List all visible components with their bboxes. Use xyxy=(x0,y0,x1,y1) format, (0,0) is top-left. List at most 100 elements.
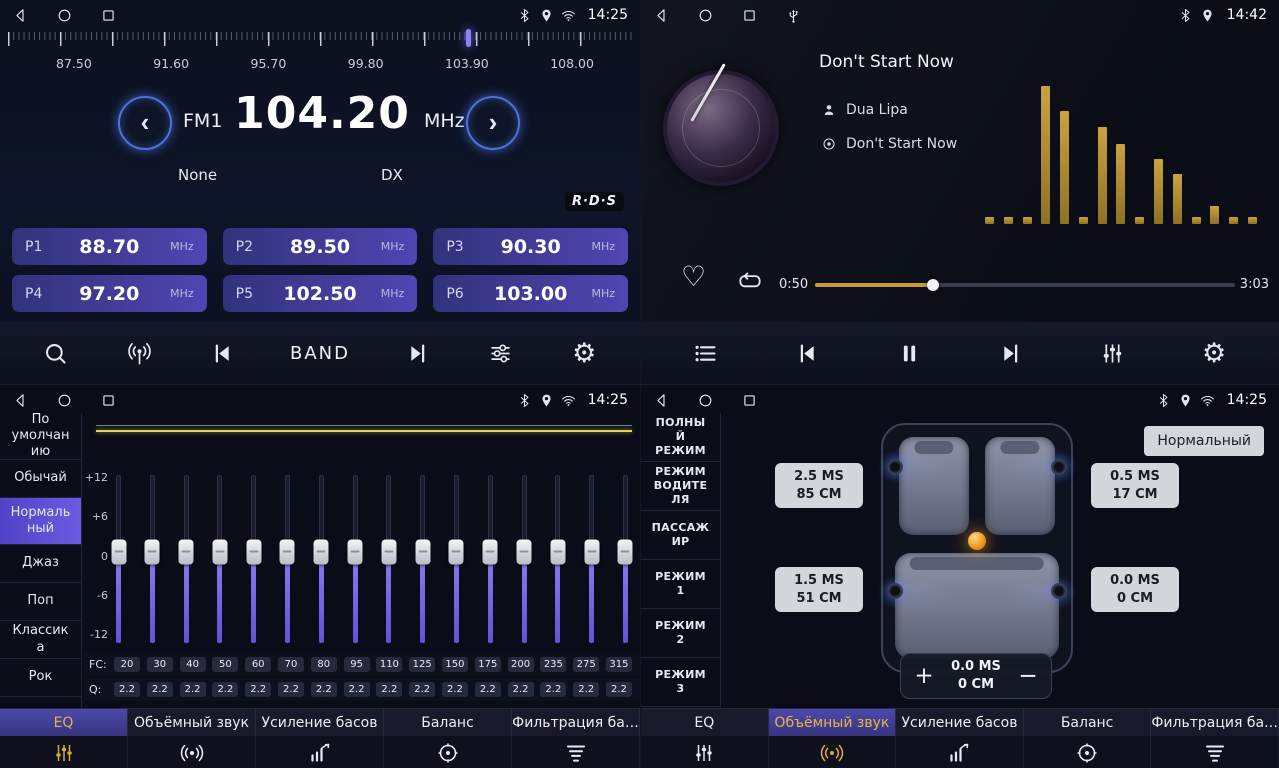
eq-band-handle[interactable] xyxy=(280,540,295,565)
eq-band-handle[interactable] xyxy=(483,540,498,565)
eq-band-handle[interactable] xyxy=(550,540,565,565)
tab-surround-sound[interactable]: Объёмный звук xyxy=(769,709,897,736)
settings-button[interactable]: ⚙ xyxy=(1198,337,1230,369)
filter-icon[interactable] xyxy=(1151,736,1279,768)
tab-surround-sound[interactable]: Объёмный звук xyxy=(128,709,256,736)
surround-sound-icon[interactable] xyxy=(769,736,897,768)
eq-sliders-icon[interactable] xyxy=(0,736,128,768)
eq-band-handle[interactable] xyxy=(314,540,329,565)
surround-mode-item[interactable]: ПОЛНЫЙ РЕЖИМ xyxy=(641,413,720,462)
increase-button[interactable]: + xyxy=(913,665,935,688)
recents-button[interactable] xyxy=(100,7,117,24)
delay-front-left[interactable]: 2.5 MS 85 CM xyxy=(775,463,863,508)
eq-band-slider[interactable] xyxy=(623,475,628,643)
eq-band-slider[interactable] xyxy=(116,475,121,643)
playlist-button[interactable] xyxy=(690,337,722,369)
preset-button[interactable]: P289.50MHz xyxy=(223,228,418,265)
eq-band-handle[interactable] xyxy=(212,540,227,565)
eq-preset-item[interactable]: Джаз xyxy=(0,545,81,583)
eq-band-handle[interactable] xyxy=(415,540,430,565)
back-button[interactable] xyxy=(653,392,670,409)
eq-band-slider[interactable] xyxy=(522,475,527,643)
favorite-button[interactable]: ♡ xyxy=(681,260,706,293)
eq-band-slider[interactable] xyxy=(488,475,493,643)
balance-icon[interactable] xyxy=(384,736,512,768)
eq-preset-item[interactable]: Обычай xyxy=(0,460,81,498)
delay-rear-right[interactable]: 0.0 MS 0 CM xyxy=(1091,567,1179,612)
eq-band-slider[interactable] xyxy=(251,475,256,643)
eq-band-handle[interactable] xyxy=(449,540,464,565)
preset-button[interactable]: P6103.00MHz xyxy=(433,275,628,312)
balance-icon[interactable] xyxy=(1024,736,1152,768)
surround-mode-item[interactable]: РЕЖИМ 1 xyxy=(641,560,720,609)
eq-band-handle[interactable] xyxy=(246,540,261,565)
back-button[interactable] xyxy=(12,7,29,24)
frequency-scale[interactable]: 87.5091.6095.7099.80103.90108.00 xyxy=(8,32,632,82)
surround-sound-icon[interactable] xyxy=(128,736,256,768)
eq-preset-item[interactable]: Нормальный xyxy=(0,498,81,545)
home-button[interactable] xyxy=(56,7,73,24)
recents-button[interactable] xyxy=(741,392,758,409)
tab-bass-boost[interactable]: Усиление басов xyxy=(256,709,384,736)
back-button[interactable] xyxy=(653,7,670,24)
broadcast-button[interactable] xyxy=(123,337,155,369)
previous-button[interactable] xyxy=(791,337,823,369)
eq-band-slider[interactable] xyxy=(184,475,189,643)
eq-band-handle[interactable] xyxy=(618,540,633,565)
recents-button[interactable] xyxy=(741,7,758,24)
band-button[interactable]: BAND xyxy=(290,343,350,364)
progress-knob[interactable] xyxy=(927,279,939,291)
profile-button[interactable]: Нормальный xyxy=(1144,426,1264,456)
eq-band-slider[interactable] xyxy=(555,475,560,643)
eq-sliders-button[interactable] xyxy=(485,337,517,369)
home-button[interactable] xyxy=(697,392,714,409)
eq-band-handle[interactable] xyxy=(381,540,396,565)
scan-button[interactable] xyxy=(40,337,72,369)
eq-band-handle[interactable] xyxy=(348,540,363,565)
eq-band-handle[interactable] xyxy=(179,540,194,565)
eq-band-slider[interactable] xyxy=(589,475,594,643)
tab-filter[interactable]: Фильтрация ба… xyxy=(512,709,640,736)
decrease-button[interactable]: − xyxy=(1017,665,1039,688)
tune-down-button[interactable]: ‹ xyxy=(118,96,172,150)
surround-mode-item[interactable]: РЕЖИМ 3 xyxy=(641,658,720,707)
eq-band-handle[interactable] xyxy=(111,540,126,565)
home-button[interactable] xyxy=(697,7,714,24)
delay-front-right[interactable]: 0.5 MS 17 CM xyxy=(1091,463,1179,508)
eq-band-handle[interactable] xyxy=(584,540,599,565)
tab-eq[interactable]: EQ xyxy=(0,709,128,736)
eq-preset-item[interactable]: По умолчанию xyxy=(0,413,81,460)
eq-band-slider[interactable] xyxy=(150,475,155,643)
repeat-button[interactable] xyxy=(735,270,765,294)
progress-bar[interactable] xyxy=(815,283,1235,287)
tab-bass-boost[interactable]: Усиление басов xyxy=(896,709,1024,736)
next-button[interactable] xyxy=(995,337,1027,369)
eq-band-slider[interactable] xyxy=(353,475,358,643)
delay-rear-left[interactable]: 1.5 MS 51 CM xyxy=(775,567,863,612)
tab-eq[interactable]: EQ xyxy=(641,709,769,736)
preset-button[interactable]: P390.30MHz xyxy=(433,228,628,265)
eq-band-slider[interactable] xyxy=(285,475,290,643)
preset-button[interactable]: P5102.50MHz xyxy=(223,275,418,312)
eq-band-slider[interactable] xyxy=(217,475,222,643)
eq-band-handle[interactable] xyxy=(517,540,532,565)
eq-preset-item[interactable]: Рок xyxy=(0,659,81,697)
preset-button[interactable]: P497.20MHz xyxy=(12,275,207,312)
eq-band-slider[interactable] xyxy=(319,475,324,643)
tab-filter[interactable]: Фильтрация ба… xyxy=(1151,709,1279,736)
previous-button[interactable] xyxy=(207,337,239,369)
pause-button[interactable] xyxy=(893,337,925,369)
eq-sliders-icon[interactable] xyxy=(641,736,769,768)
eq-band-slider[interactable] xyxy=(454,475,459,643)
listening-position-marker[interactable] xyxy=(968,532,986,550)
mixer-button[interactable] xyxy=(1096,337,1128,369)
next-button[interactable] xyxy=(401,337,433,369)
bass-boost-icon[interactable] xyxy=(896,736,1024,768)
back-button[interactable] xyxy=(12,392,29,409)
tune-up-button[interactable]: › xyxy=(466,96,520,150)
surround-mode-item[interactable]: РЕЖИМ ВОДИТЕЛЯ xyxy=(641,462,720,511)
eq-preset-item[interactable]: Классика xyxy=(0,621,81,659)
eq-band-slider[interactable] xyxy=(420,475,425,643)
surround-mode-item[interactable]: ПАССАЖИР xyxy=(641,511,720,560)
home-button[interactable] xyxy=(56,392,73,409)
